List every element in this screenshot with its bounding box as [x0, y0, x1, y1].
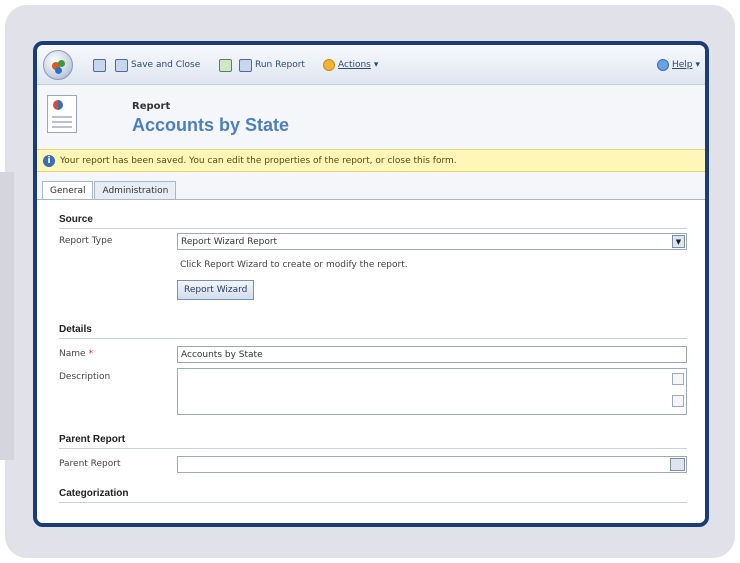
report-wizard-hint: Click Report Wizard to create or modify … — [180, 260, 408, 270]
save-icon — [93, 58, 106, 72]
report-wizard-button[interactable]: Report Wizard — [177, 280, 255, 300]
scroll-up-button[interactable] — [672, 373, 684, 385]
tab-administration[interactable]: Administration — [94, 181, 177, 200]
help-icon — [657, 59, 669, 71]
report-type-value: Report Wizard Report — [181, 236, 278, 247]
app-orb-button[interactable] — [43, 50, 73, 80]
info-icon: i — [43, 154, 55, 167]
chevron-down-icon: ▾ — [695, 60, 701, 70]
run-report-label: Run Report — [255, 60, 305, 70]
report-window: Save and Close Run Report Actions ▾ Help… — [33, 41, 709, 527]
attach-button[interactable] — [219, 57, 232, 73]
section-divider — [59, 338, 687, 339]
save-button[interactable] — [93, 57, 106, 73]
tab-general[interactable]: General — [42, 181, 94, 200]
description-label: Description — [59, 372, 111, 382]
name-field[interactable]: Accounts by State — [177, 346, 687, 363]
chevron-down-icon: ▾ — [373, 60, 379, 70]
save-close-icon — [115, 58, 128, 72]
section-divider — [59, 448, 687, 449]
notification-text: Your report has been saved. You can edit… — [60, 155, 457, 166]
page-title: Accounts by State — [132, 115, 290, 135]
form-tabs: General Administration — [42, 181, 177, 200]
ribbon-toolbar: Save and Close Run Report Actions ▾ Help… — [37, 45, 705, 85]
run-report-button[interactable]: Run Report — [239, 57, 305, 73]
actions-label: Actions — [338, 60, 371, 70]
report-type-select[interactable]: Report Wizard Report ▼ — [177, 233, 687, 250]
left-panel-edge — [0, 172, 14, 460]
help-menu[interactable]: Help ▾ — [657, 57, 700, 73]
section-title-parent-report: Parent Report — [59, 434, 126, 445]
actions-menu[interactable]: Actions ▾ — [323, 57, 378, 73]
parent-report-lookup[interactable] — [177, 456, 687, 473]
save-and-close-label: Save and Close — [131, 60, 201, 70]
section-title-source: Source — [59, 214, 93, 225]
description-field[interactable] — [177, 368, 687, 415]
section-title-details: Details — [59, 324, 92, 335]
section-divider — [59, 228, 687, 229]
section-title-categorization: Categorization — [59, 488, 129, 499]
help-label: Help — [672, 60, 693, 70]
report-entity-icon — [47, 95, 77, 133]
attach-icon — [219, 58, 232, 72]
form-body: Source Report Type Report Wizard Report … — [37, 200, 705, 523]
actions-icon — [323, 59, 335, 71]
parent-report-label: Parent Report — [59, 459, 121, 469]
section-divider — [59, 502, 687, 503]
report-type-label: Report Type — [59, 236, 113, 246]
dropdown-arrow-icon[interactable]: ▼ — [672, 235, 685, 248]
run-report-icon — [239, 58, 252, 72]
scroll-down-button[interactable] — [672, 395, 684, 407]
notification-bar: i Your report has been saved. You can ed… — [37, 149, 705, 172]
entity-type-label: Report — [132, 101, 171, 112]
name-label: Name * — [59, 349, 93, 359]
lookup-icon[interactable] — [670, 458, 685, 471]
save-and-close-button[interactable]: Save and Close — [115, 57, 200, 73]
